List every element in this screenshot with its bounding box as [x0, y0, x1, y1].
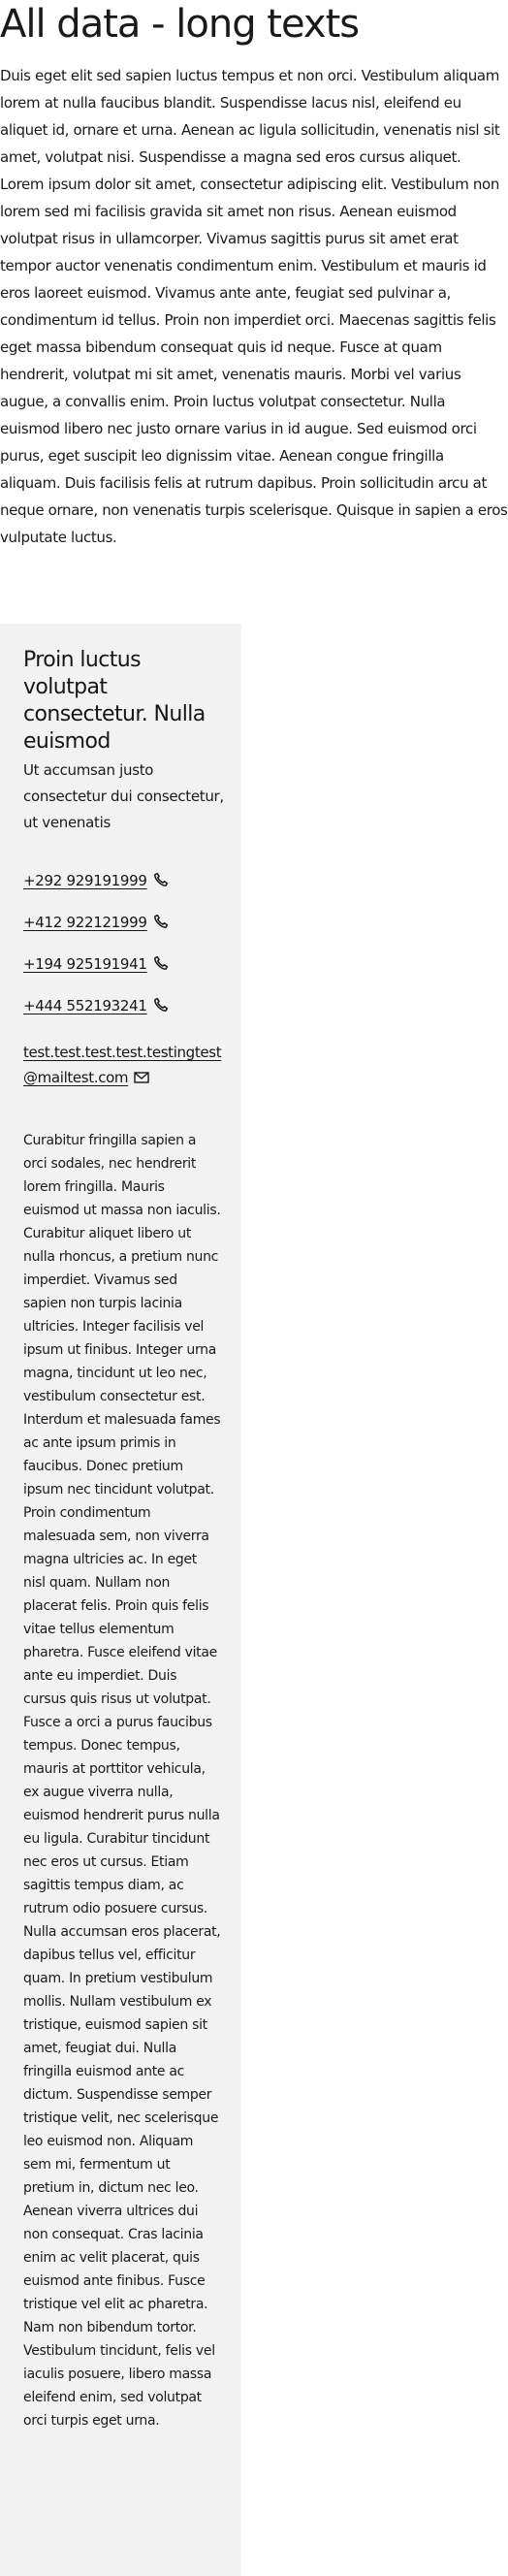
- phone-list: +292 929191999 +412 922121999 +194 92519…: [23, 869, 218, 1036]
- page-title: All data - long texts: [0, 2, 360, 47]
- phone-item: +194 925191941: [23, 952, 218, 994]
- mail-icon[interactable]: [134, 1072, 149, 1083]
- email-link[interactable]: test.test.test.test.testingtest@mailtest…: [23, 1044, 222, 1086]
- phone-item: +412 922121999: [23, 911, 218, 952]
- phone-item: +292 929191999: [23, 869, 218, 911]
- phone-link[interactable]: +292 929191999: [23, 872, 147, 889]
- phone-icon[interactable]: [153, 955, 169, 971]
- phone-link[interactable]: +194 925191941: [23, 955, 147, 973]
- intro-paragraph: Duis eget elit sed sapien luctus tempus …: [0, 67, 508, 546]
- phone-icon[interactable]: [153, 914, 169, 929]
- card-body-text: Curabitur fringilla sapien a orci sodale…: [23, 1133, 221, 2429]
- phone-item: +444 552193241: [23, 994, 218, 1036]
- email-block: test.test.test.test.testingtest@mailtest…: [23, 1040, 222, 1090]
- phone-link[interactable]: +444 552193241: [23, 997, 147, 1014]
- phone-link[interactable]: +412 922121999: [23, 914, 147, 931]
- phone-icon[interactable]: [153, 872, 169, 887]
- card-heading: Proin luctus volutpat consectetur. Nulla…: [23, 648, 206, 754]
- phone-icon[interactable]: [153, 997, 169, 1013]
- contact-card: Proin luctus volutpat consectetur. Nulla…: [0, 624, 241, 2576]
- card-subtitle: Ut accumsan justo consectetur dui consec…: [23, 761, 224, 831]
